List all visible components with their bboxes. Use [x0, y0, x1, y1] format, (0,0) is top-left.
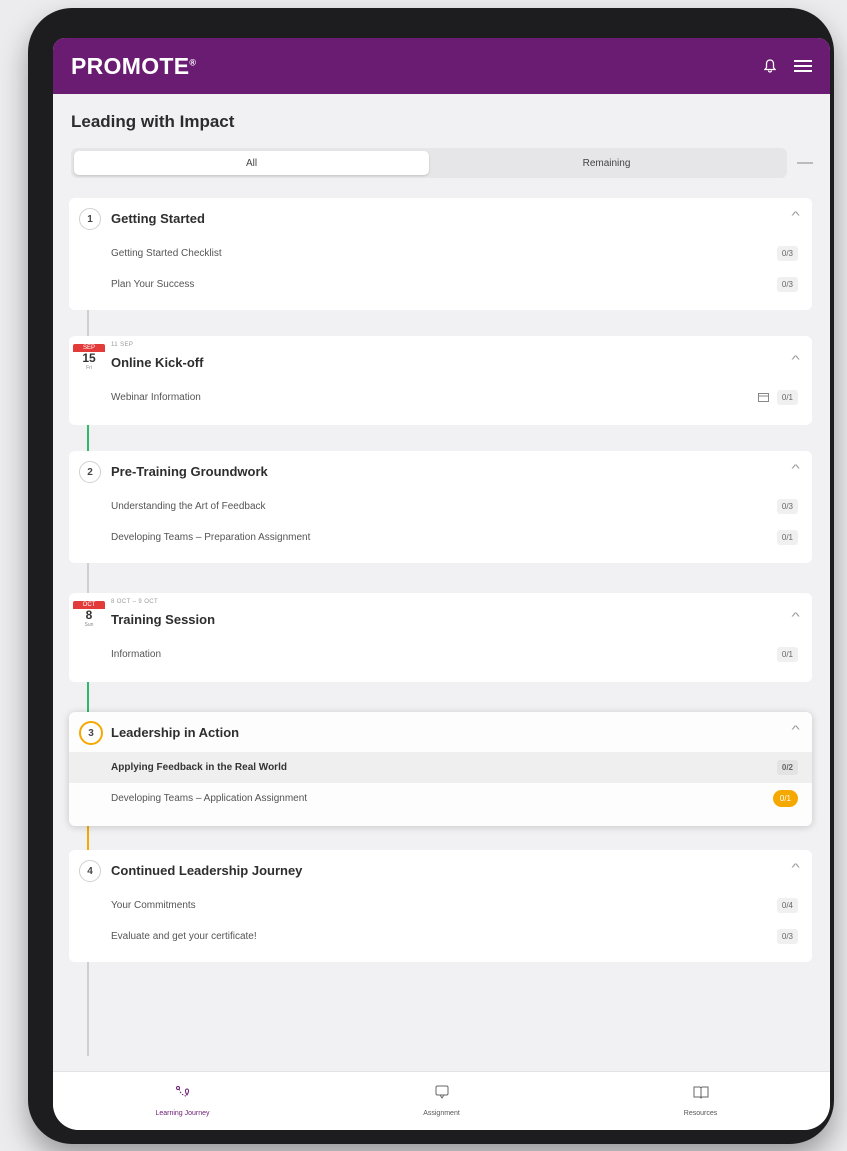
nav-label: Learning Journey — [155, 1110, 210, 1117]
progress-count: 0/1 — [776, 647, 798, 662]
nav-assignment[interactable]: Assignment — [312, 1072, 571, 1130]
assignment-icon — [435, 1085, 449, 1104]
section-header[interactable]: Getting Started ^ — [69, 198, 812, 238]
chevron-up-icon[interactable]: ^ — [791, 611, 799, 623]
list-item[interactable]: Webinar Information 0/1 — [69, 382, 812, 413]
step-card-leadership-in-action: 3 Leadership in Action ^ Applying Feedba… — [69, 712, 812, 826]
list-item[interactable]: Understanding the Art of Feedback 0/3 — [69, 491, 812, 522]
step-card-continued-journey: 4 Continued Leadership Journey ^ Your Co… — [69, 850, 812, 962]
bottom-navigation: Learning Journey Assignment Resources — [53, 1071, 830, 1130]
list-item-selected[interactable]: Applying Feedback in the Real World 0/2 — [69, 752, 812, 783]
event-card-online-kickoff: SEP 15 Fri 11 SEP Online Kick-off ^ Webi… — [69, 336, 812, 425]
date-badge: SEP 15 Fri — [73, 344, 105, 371]
progress-count-active: 0/1 — [772, 790, 798, 807]
filter-tabs: All Remaining — [71, 148, 787, 178]
progress-count: 0/4 — [776, 898, 798, 913]
progress-count: 0/2 — [776, 760, 798, 775]
date-badge: OCT 8 Sun — [73, 601, 105, 628]
nav-label: Resources — [683, 1109, 718, 1117]
progress-count: 0/3 — [776, 246, 798, 261]
top-bar: PROMOTE® — [53, 38, 830, 94]
step-number: 2 — [79, 461, 101, 483]
chevron-up-icon[interactable]: ^ — [791, 463, 799, 475]
book-icon — [693, 1086, 709, 1104]
event-card-training-session: OCT 8 Sun 8 OCT – 9 OCT Training Session… — [69, 593, 812, 682]
brand-logo: PROMOTE® — [71, 52, 197, 79]
progress-count: 0/3 — [776, 499, 798, 514]
learning-timeline: 1 Getting Started ^ Getting Started Chec… — [53, 178, 830, 1056]
list-item[interactable]: Your Commitments 0/4 — [69, 890, 812, 921]
journey-icon — [175, 1085, 191, 1104]
nav-learning-journey[interactable]: Learning Journey — [53, 1072, 312, 1130]
list-item[interactable]: Developing Teams – Preparation Assignmen… — [69, 522, 812, 553]
list-item[interactable]: Plan Your Success 0/3 — [69, 269, 812, 300]
section-title: Online Kick-off — [111, 354, 204, 370]
app-screen: PROMOTE® Leading with Impact All Remaini… — [53, 38, 830, 1130]
progress-count: 0/1 — [776, 390, 798, 405]
step-number: 1 — [79, 208, 101, 230]
notification-icon[interactable] — [764, 59, 776, 73]
chevron-up-icon[interactable]: ^ — [791, 862, 799, 874]
menu-icon[interactable] — [794, 59, 812, 73]
list-item[interactable]: Evaluate and get your certificate! 0/3 — [69, 921, 812, 952]
progress-count: 0/3 — [776, 277, 798, 292]
list-item[interactable]: Information 0/1 — [69, 639, 812, 670]
chevron-up-icon[interactable]: ^ — [791, 210, 799, 222]
calendar-icon[interactable] — [757, 392, 769, 404]
page-title: Leading with Impact — [71, 112, 235, 131]
section-header[interactable]: Pre-Training Groundwork ^ — [69, 451, 812, 491]
section-title: Getting Started — [111, 210, 205, 226]
nav-resources[interactable]: Resources — [571, 1072, 830, 1130]
step-card-pre-training: 2 Pre-Training Groundwork ^ Understandin… — [69, 451, 812, 563]
tabs-more-handle[interactable] — [797, 162, 813, 164]
list-item[interactable]: Developing Teams – Application Assignmen… — [69, 783, 812, 814]
chevron-up-icon[interactable]: ^ — [791, 724, 799, 736]
step-number: 4 — [79, 860, 101, 882]
section-header[interactable]: Leadership in Action ^ — [69, 712, 812, 752]
step-card-getting-started: 1 Getting Started ^ Getting Started Chec… — [69, 198, 812, 310]
nav-label: Assignment — [423, 1110, 460, 1117]
progress-count: 0/1 — [776, 530, 798, 545]
tab-all[interactable]: All — [74, 151, 429, 175]
section-header[interactable]: Online Kick-off ^ — [69, 336, 812, 382]
chevron-up-icon[interactable]: ^ — [791, 354, 799, 366]
section-header[interactable]: Training Session ^ — [69, 593, 812, 639]
section-header[interactable]: Continued Leadership Journey ^ — [69, 850, 812, 890]
section-title: Pre-Training Groundwork — [111, 463, 268, 479]
section-title: Leadership in Action — [111, 724, 240, 740]
step-number-current: 3 — [79, 721, 103, 745]
section-title: Training Session — [111, 611, 216, 627]
section-title: Continued Leadership Journey — [111, 862, 303, 878]
progress-count: 0/3 — [776, 929, 798, 944]
list-item[interactable]: Getting Started Checklist 0/3 — [69, 238, 812, 269]
tab-remaining[interactable]: Remaining — [429, 151, 784, 175]
